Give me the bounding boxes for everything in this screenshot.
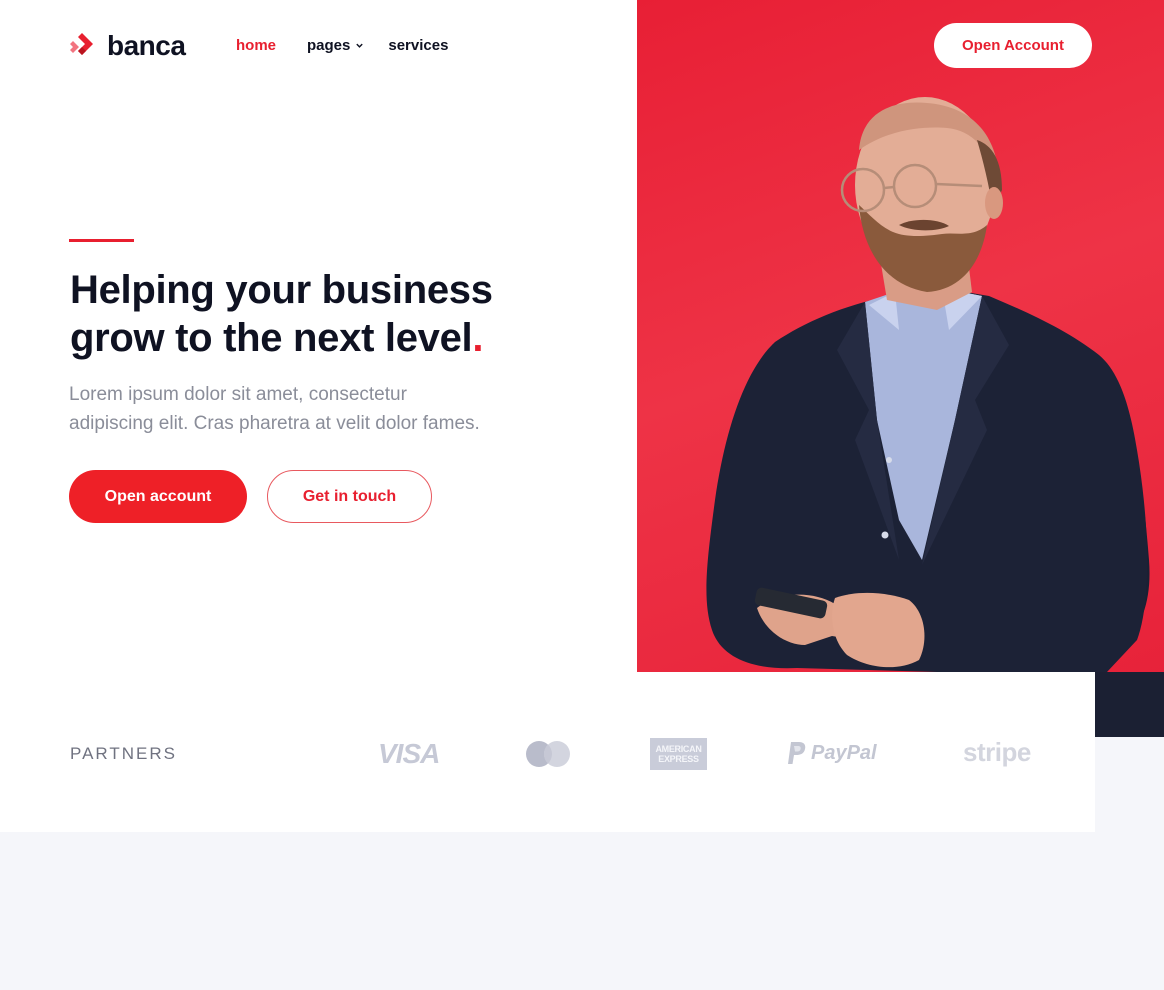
mastercard-logo (526, 741, 570, 767)
stripe-logo: stripe (963, 737, 1031, 767)
get-in-touch-button[interactable]: Get in touch (267, 470, 432, 523)
hero-image (637, 0, 1164, 737)
nav-item-pages[interactable]: pages (307, 37, 364, 54)
amex-logo-line1: AMERICAN (655, 744, 702, 754)
hero-subtitle-line2: adipiscing elit. Cras pharetra at velit … (69, 413, 480, 434)
main-nav: home pages services (236, 37, 448, 54)
hero-title-line2: grow to the next level (70, 316, 473, 360)
nav-item-services[interactable]: services (388, 37, 448, 54)
hero-title-dot: . (472, 316, 484, 360)
businessman-photo (637, 97, 1164, 737)
brand-logo-icon (70, 33, 93, 55)
paypal-icon (788, 742, 806, 764)
amex-logo: AMERICAN EXPRESS (650, 738, 707, 770)
hero-title: Helping your business grow to the next l… (70, 266, 590, 362)
partners-label: PARTNERS (70, 744, 178, 763)
amex-logo-line2: EXPRESS (658, 754, 699, 764)
bottom-section (0, 832, 1164, 990)
hero-title-line1: Helping your business (70, 268, 493, 312)
open-account-button[interactable]: Open account (69, 470, 247, 523)
open-account-header-button[interactable]: Open Account (934, 23, 1092, 68)
paypal-logo-text: PayPal (811, 741, 877, 764)
nav-item-pages-label: pages (307, 37, 351, 54)
accent-line (69, 239, 134, 242)
visa-logo: VISA (378, 738, 440, 769)
brand-logo[interactable]: banca (69, 30, 186, 62)
hero-subtitle: Lorem ipsum dolor sit amet, consectetur … (69, 380, 529, 438)
chevron-down-icon (356, 43, 364, 48)
brand-name: banca (107, 30, 186, 61)
paypal-logo: PayPal (787, 741, 877, 765)
nav-item-home[interactable]: home (236, 37, 276, 54)
hero-subtitle-line1: Lorem ipsum dolor sit amet, consectetur (69, 384, 407, 405)
